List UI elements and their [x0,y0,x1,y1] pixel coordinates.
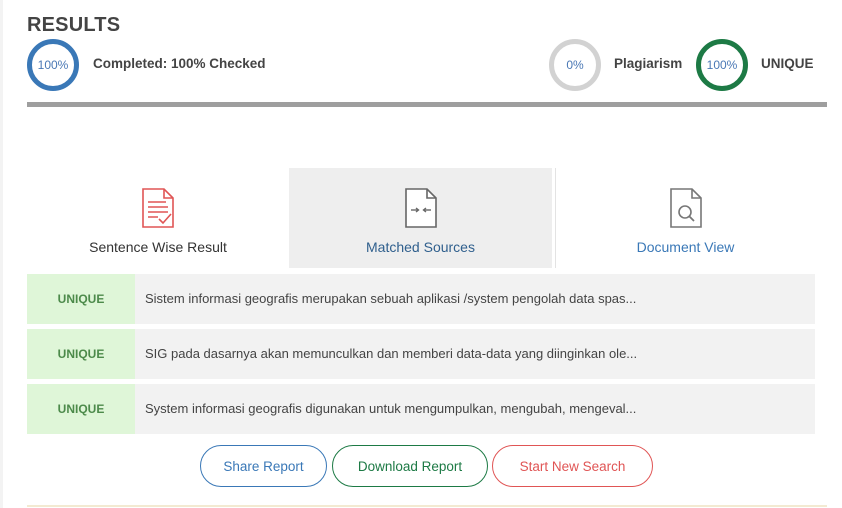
page-title: RESULTS [27,14,121,36]
completed-label: Completed: 100% Checked [93,56,266,71]
left-edge [0,0,3,508]
plagiarism-percent-circle: 0% [549,39,601,91]
share-report-button[interactable]: Share Report [200,445,327,487]
download-report-button[interactable]: Download Report [332,445,488,487]
tab-matched-label: Matched Sources [366,239,475,255]
result-sentence: SIG pada dasarnya akan memunculkan dan m… [145,346,638,361]
result-sentence: Sistem informasi geografis merupakan seb… [145,291,637,306]
unique-label: UNIQUE [761,56,814,71]
result-sentence: System informasi geografis digunakan unt… [145,401,637,416]
tab-sentence-label: Sentence Wise Result [89,239,227,255]
tab-sentence-wise-result[interactable]: Sentence Wise Result [27,168,289,268]
file-search-icon [669,188,702,228]
unique-status-badge: UNIQUE [27,329,135,379]
document-check-icon [142,188,174,228]
start-new-search-button[interactable]: Start New Search [492,445,653,487]
tab-document-view[interactable]: Document View [555,168,815,268]
result-row[interactable]: UNIQUE Sistem informasi geografis merupa… [27,274,815,324]
unique-status-badge: UNIQUE [27,384,135,434]
results-divider [27,102,827,107]
file-compare-icon [404,188,437,228]
plagiarism-label: Plagiarism [614,56,683,71]
bottom-divider [27,505,827,507]
tab-document-label: Document View [636,239,735,255]
result-row[interactable]: UNIQUE System informasi geografis diguna… [27,384,815,434]
completed-percent-circle: 100% [27,39,79,91]
unique-percent-circle: 100% [696,39,748,91]
tab-matched-sources[interactable]: Matched Sources [289,168,552,268]
unique-status-badge: UNIQUE [27,274,135,324]
result-row[interactable]: UNIQUE SIG pada dasarnya akan memunculka… [27,329,815,379]
